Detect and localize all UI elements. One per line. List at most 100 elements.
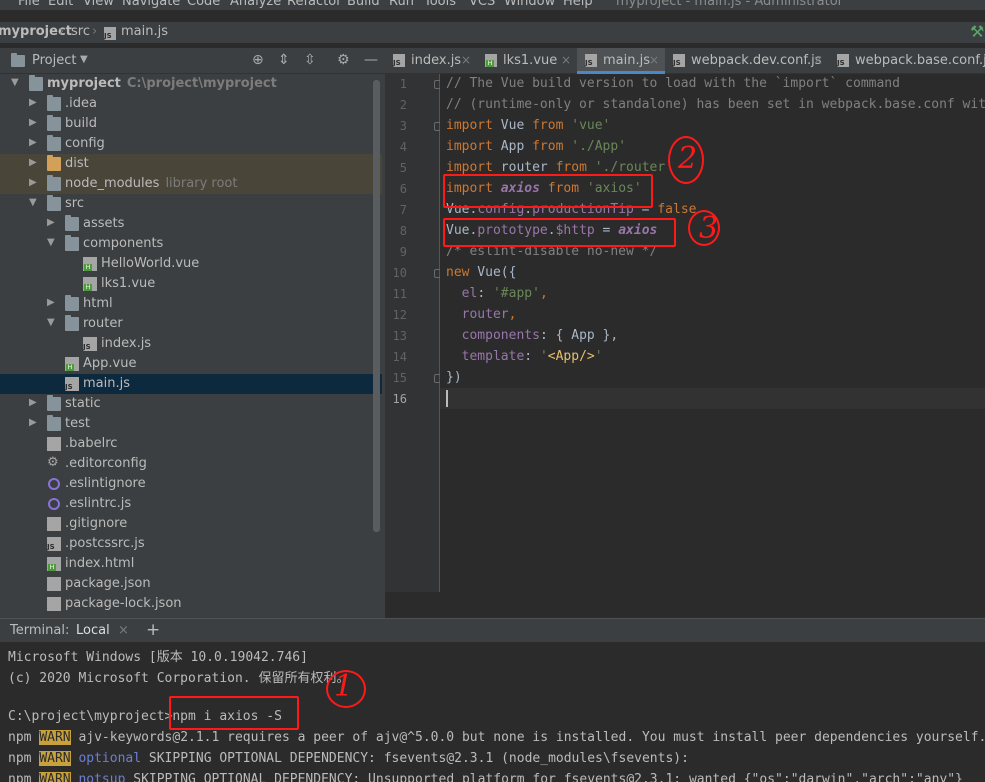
tab-index-js[interactable]: index.js × xyxy=(385,48,477,74)
tree-item-myproject[interactable]: ▼ myproject C:\project\myproject xyxy=(0,74,382,94)
collapsed-arrow-icon[interactable]: ▶ xyxy=(29,397,39,409)
menu-help[interactable]: Help xyxy=(563,0,593,9)
expand-all-icon[interactable]: ⇕ xyxy=(278,52,290,68)
breadcrumb-folder[interactable]: src xyxy=(71,24,90,39)
annotation-box-prototype-http xyxy=(443,218,676,247)
tree-item-router-index-js[interactable]: index.js xyxy=(0,334,382,354)
breadcrumb-file[interactable]: main.js xyxy=(121,24,168,39)
menu-run[interactable]: Run xyxy=(389,0,414,9)
tree-item-assets[interactable]: ▶ assets xyxy=(0,214,382,234)
close-icon[interactable]: × xyxy=(118,623,129,638)
build-hammer-icon[interactable]: ⚒ xyxy=(970,22,984,41)
collapsed-arrow-icon[interactable]: ▶ xyxy=(29,117,39,129)
code-editor[interactable]: // The Vue build version to load with th… xyxy=(440,74,985,592)
chevron-right-icon: › xyxy=(59,24,65,39)
tree-label: config xyxy=(65,136,105,151)
editor-tabs: index.js × lks1.vue × main.js × webpack.… xyxy=(385,48,985,74)
hide-panel-icon[interactable]: — xyxy=(364,52,378,68)
locate-target-icon[interactable]: ⊕ xyxy=(252,52,264,68)
project-view-selector[interactable]: Project xyxy=(32,53,76,68)
collapsed-arrow-icon[interactable]: ▶ xyxy=(29,157,39,169)
tab-label: index.js xyxy=(411,53,462,68)
tree-item-package-lock-json[interactable]: package-lock.json xyxy=(0,594,382,614)
project-tree-scrollbar[interactable] xyxy=(373,80,380,532)
line-number: 10 xyxy=(392,266,407,280)
expanded-arrow-icon[interactable]: ▼ xyxy=(47,237,57,249)
dropdown-arrow-icon[interactable]: ▼ xyxy=(80,54,88,65)
tree-item-main-js[interactable]: main.js xyxy=(0,374,382,394)
code-line-11: el: '#app', xyxy=(461,286,548,301)
menu-refactor[interactable]: Refactor xyxy=(287,0,342,9)
tree-item-html[interactable]: ▶ html xyxy=(0,294,382,314)
terminal-tab-local[interactable]: Local xyxy=(76,623,110,638)
gear-icon[interactable]: ⚙ xyxy=(337,52,350,68)
menu-code[interactable]: Code xyxy=(187,0,220,9)
tree-label: node_modules library root xyxy=(65,176,238,191)
tab-label: webpack.dev.conf.js xyxy=(691,53,822,68)
folder-icon xyxy=(47,95,61,111)
tree-label: static xyxy=(65,396,101,411)
menu-tools[interactable]: Tools xyxy=(424,0,456,9)
menu-file[interactable]: File xyxy=(18,0,40,9)
collapsed-arrow-icon[interactable]: ▶ xyxy=(29,177,39,189)
tree-item-idea[interactable]: ▶ .idea xyxy=(0,94,382,114)
expanded-arrow-icon[interactable]: ▼ xyxy=(29,197,39,209)
line-number: 9 xyxy=(399,245,407,259)
close-icon[interactable]: × xyxy=(813,53,823,67)
collapse-all-icon[interactable]: ⇳ xyxy=(304,52,316,68)
tree-item-lks1-vue[interactable]: lks1.vue xyxy=(0,274,382,294)
code-line-15: }) xyxy=(446,370,462,385)
folder-icon xyxy=(47,195,61,211)
expanded-arrow-icon[interactable]: ▼ xyxy=(47,317,57,329)
tree-item-package-json[interactable]: package.json xyxy=(0,574,382,594)
tab-lks1-vue[interactable]: lks1.vue × xyxy=(477,48,577,74)
tab-label: lks1.vue xyxy=(503,53,558,68)
close-icon[interactable]: × xyxy=(649,53,659,67)
tree-item-node-modules[interactable]: ▶ node_modules library root xyxy=(0,174,382,194)
menu-vcs[interactable]: VCS xyxy=(469,0,495,9)
menu-analyze[interactable]: Analyze xyxy=(230,0,281,9)
tab-webpack-dev-conf-js[interactable]: webpack.dev.conf.js × xyxy=(665,48,829,74)
collapsed-arrow-icon[interactable]: ▶ xyxy=(29,417,39,429)
menu-build[interactable]: Build xyxy=(347,0,380,9)
tree-item-helloworld-vue[interactable]: HelloWorld.vue xyxy=(0,254,382,274)
annotation-circle-2 xyxy=(668,136,704,184)
tree-item-build[interactable]: ▶ build xyxy=(0,114,382,134)
close-icon[interactable]: × xyxy=(561,53,571,67)
tab-main-js[interactable]: main.js × xyxy=(577,48,665,74)
tree-item-config[interactable]: ▶ config xyxy=(0,134,382,154)
tree-item-eslintrc-js[interactable]: .eslintrc.js xyxy=(0,494,382,514)
tree-item-gitignore[interactable]: .gitignore xyxy=(0,514,382,534)
tree-item-index-html[interactable]: index.html xyxy=(0,554,382,574)
tree-label: HelloWorld.vue xyxy=(101,256,200,271)
collapsed-arrow-icon[interactable]: ▶ xyxy=(47,217,57,229)
folder-icon xyxy=(47,175,61,191)
tree-item-src[interactable]: ▼ src xyxy=(0,194,382,214)
tree-item-static[interactable]: ▶ static xyxy=(0,394,382,414)
tree-item-test[interactable]: ▶ test xyxy=(0,414,382,434)
menu-view[interactable]: View xyxy=(83,0,114,9)
tree-item-dist[interactable]: ▶ dist xyxy=(0,154,382,174)
collapsed-arrow-icon[interactable]: ▶ xyxy=(29,137,39,149)
tree-item-editorconfig[interactable]: ⚙ .editorconfig xyxy=(0,454,382,474)
menu-navigate[interactable]: Navigate xyxy=(122,0,180,9)
expanded-arrow-icon[interactable]: ▼ xyxy=(11,77,21,89)
tree-item-app-vue[interactable]: App.vue xyxy=(0,354,382,374)
tree-item-babelrc[interactable]: .babelrc xyxy=(0,434,382,454)
collapsed-arrow-icon[interactable]: ▶ xyxy=(47,297,57,309)
close-icon[interactable]: × xyxy=(461,53,471,67)
line-number: 2 xyxy=(399,98,407,112)
collapsed-arrow-icon[interactable]: ▶ xyxy=(29,97,39,109)
tree-item-router[interactable]: ▼ router xyxy=(0,314,382,334)
menu-window[interactable]: Window xyxy=(504,0,555,9)
tree-item-eslintignore[interactable]: .eslintignore xyxy=(0,474,382,494)
terminal-output[interactable]: Microsoft Windows [版本 10.0.19042.746] (c… xyxy=(0,642,985,782)
project-folder-icon xyxy=(11,53,25,67)
add-terminal-icon[interactable]: + xyxy=(146,620,160,640)
menu-edit[interactable]: Edit xyxy=(48,0,73,9)
tree-item-postcssrc-js[interactable]: .postcssrc.js xyxy=(0,534,382,554)
tree-item-components[interactable]: ▼ components xyxy=(0,234,382,254)
text-caret xyxy=(446,390,448,407)
line-number: 12 xyxy=(392,308,407,322)
tab-webpack-base-conf-js[interactable]: webpack.base.conf.js xyxy=(829,48,985,74)
